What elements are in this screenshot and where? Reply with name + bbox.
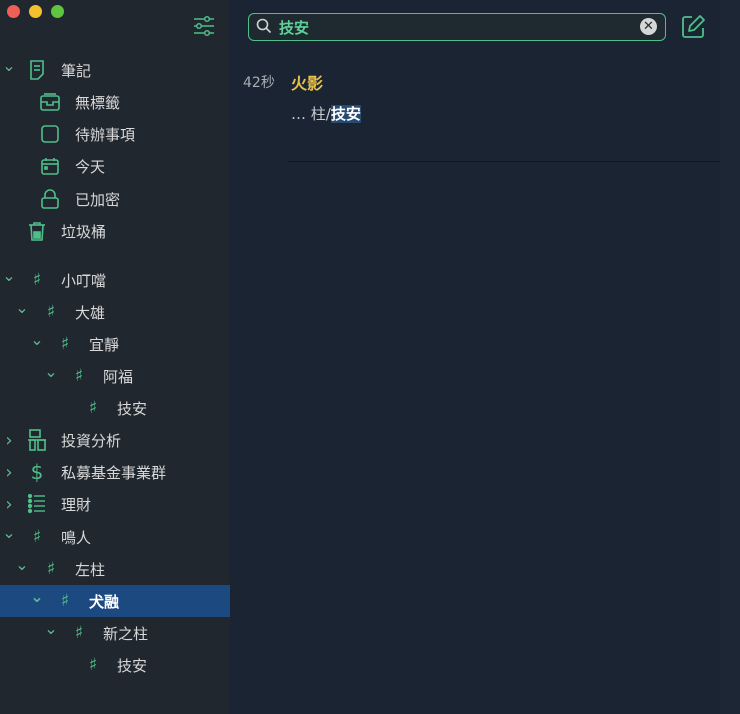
hash-icon: ♯: [88, 398, 98, 418]
chevron-right-icon[interactable]: ›: [2, 494, 16, 515]
sidebar-item-label: 新之柱: [103, 624, 149, 643]
sidebar-item[interactable]: ⌄ ♯ 宜靜: [0, 328, 230, 360]
sidebar-item-label: 宜靜: [89, 335, 120, 354]
hash-icon: ♯: [88, 655, 98, 675]
lock-icon: [40, 189, 60, 209]
sidebar-item[interactable]: ⌄ ♯ 大雄: [0, 296, 230, 328]
chevron-down-icon[interactable]: ⌄: [44, 619, 58, 638]
sidebar-item-label: 理財: [61, 495, 92, 514]
sidebar-item[interactable]: 無標籤: [0, 86, 230, 118]
hash-icon: ♯: [32, 270, 42, 290]
hash-icon: ♯: [60, 334, 70, 354]
sidebar-item[interactable]: 垃圾桶: [0, 215, 230, 247]
checkbox-icon: [40, 124, 60, 144]
snippet-highlight: 技安: [330, 105, 361, 123]
sidebar-item[interactable]: › 投資分析: [0, 424, 230, 456]
sidebar-item-label: 已加密: [75, 190, 121, 209]
sidebar-item[interactable]: ♯ 技安: [0, 392, 230, 424]
sidebar-item[interactable]: 今天: [0, 150, 230, 182]
editor-edge: [720, 0, 740, 714]
note-icon: [27, 60, 47, 80]
sidebar-item-label: 技安: [117, 399, 148, 418]
sidebar-item-label: 鳴人: [61, 528, 92, 547]
clear-search-button[interactable]: ✕: [640, 18, 657, 35]
hash-icon: ♯: [32, 527, 42, 547]
sidebar-item[interactable]: ⌄ ♯ 犬融: [0, 585, 230, 617]
hash-icon: ♯: [46, 559, 56, 579]
snippet-text: … 柱/: [291, 105, 331, 123]
calendar-icon: [40, 156, 60, 176]
sidebar-item[interactable]: 待辦事項: [0, 118, 230, 150]
hash-icon: ♯: [60, 591, 70, 611]
new-note-button[interactable]: [680, 14, 706, 44]
hash-icon: ♯: [46, 302, 56, 322]
sidebar-item-label: 垃圾桶: [61, 222, 107, 241]
sidebar-item-label: 投資分析: [61, 431, 122, 450]
chevron-down-icon[interactable]: ⌄: [15, 555, 29, 574]
sidebar-item-label: 阿福: [103, 367, 134, 386]
note-snippet: … 柱/技安: [291, 103, 361, 124]
sidebar-item[interactable]: ⌄ ♯ 左柱: [0, 553, 230, 585]
sidebar-item[interactable]: ♯ 技安: [0, 649, 230, 681]
sidebar-item[interactable]: › $ 私募基金事業群: [0, 456, 230, 488]
sidebar-item-label: 待辦事項: [75, 125, 136, 144]
hash-icon: ♯: [74, 366, 84, 386]
chevron-down-icon[interactable]: ⌄: [2, 266, 16, 285]
sidebar-item-label: 犬融: [89, 592, 120, 611]
search-input[interactable]: [279, 17, 619, 37]
sidebar-item[interactable]: ⌄ ♯ 小叮噹: [0, 264, 230, 296]
sidebar-item-label: 私募基金事業群: [61, 463, 167, 482]
note-time: 42秒: [243, 75, 275, 91]
building-icon: [27, 429, 47, 451]
sidebar-item-label: 小叮噹: [61, 271, 107, 290]
chevron-right-icon[interactable]: ›: [2, 430, 16, 451]
note-list: ✕ 42秒 火影 … 柱/技安: [230, 0, 720, 714]
chevron-down-icon[interactable]: ⌄: [30, 587, 44, 606]
hash-icon: ♯: [74, 623, 84, 643]
inbox-icon: [40, 92, 60, 112]
filter-settings-icon[interactable]: [193, 15, 215, 37]
dollar-icon: $: [30, 460, 44, 484]
sidebar-item[interactable]: › 理財: [0, 488, 230, 520]
sidebar-item-label: 今天: [75, 157, 106, 176]
close-window-button[interactable]: [7, 5, 20, 18]
divider: [288, 161, 720, 162]
maximize-window-button[interactable]: [51, 5, 64, 18]
sidebar-item[interactable]: ⌄ ♯ 鳴人: [0, 521, 230, 553]
sidebar-item-label: 大雄: [75, 303, 106, 322]
search-field[interactable]: ✕: [248, 13, 666, 41]
sidebar-item-label: 無標籤: [75, 93, 121, 112]
chevron-down-icon[interactable]: ⌄: [2, 56, 16, 75]
list-icon: [27, 494, 47, 514]
sidebar-item[interactable]: ⌄ 筆記: [0, 54, 230, 86]
sidebar-item-label: 左柱: [75, 560, 106, 579]
note-list-item[interactable]: 42秒 火影 … 柱/技安: [230, 60, 720, 164]
chevron-down-icon[interactable]: ⌄: [2, 523, 16, 542]
chevron-down-icon[interactable]: ⌄: [30, 330, 44, 349]
chevron-right-icon[interactable]: ›: [2, 462, 16, 483]
sidebar-item[interactable]: ⌄ ♯ 新之柱: [0, 617, 230, 649]
search-icon: [256, 18, 272, 38]
minimize-window-button[interactable]: [29, 5, 42, 18]
sidebar-item[interactable]: 已加密: [0, 183, 230, 215]
sidebar: ⌄ 筆記 無標籤 待辦事項 今天 已加密 垃圾桶 ⌄ ♯ 小叮噹 ⌄ ♯ 大雄 ⌄ ♯ 宜靜 ⌄ ♯ 阿福 ♯ 技安 › 投…: [0, 0, 230, 714]
chevron-down-icon[interactable]: ⌄: [44, 362, 58, 381]
note-title: 火影: [291, 74, 324, 93]
chevron-down-icon[interactable]: ⌄: [15, 298, 29, 317]
sidebar-item-label: 技安: [117, 656, 148, 675]
trash-icon: [27, 221, 47, 241]
sidebar-item[interactable]: ⌄ ♯ 阿福: [0, 360, 230, 392]
sidebar-item-label: 筆記: [61, 61, 92, 80]
